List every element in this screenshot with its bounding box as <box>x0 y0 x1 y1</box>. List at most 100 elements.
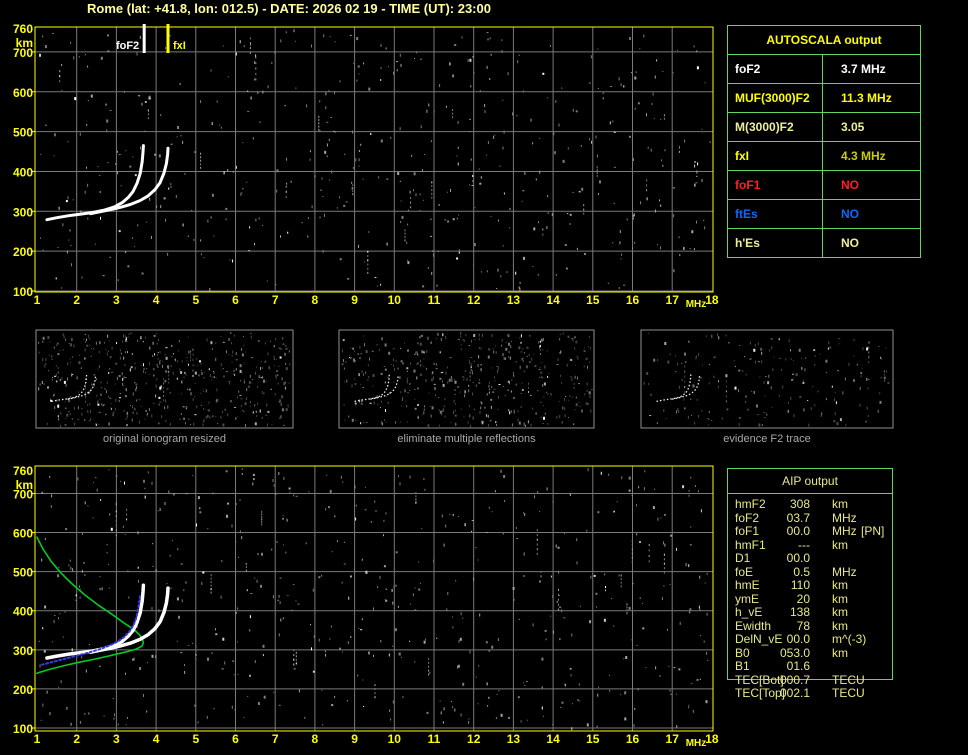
thumbnail-evidence-f2-trace <box>640 329 894 429</box>
y-axis-tick-label: 200 <box>13 245 33 259</box>
noise-dot <box>494 380 496 382</box>
noise-dot <box>280 618 282 622</box>
noise-dot <box>249 47 251 49</box>
noise-dot <box>122 340 124 343</box>
noise-dot <box>57 353 60 356</box>
noise-dot <box>95 243 97 245</box>
noise-dot <box>570 674 572 677</box>
noise-dot <box>64 401 66 403</box>
noise-dot <box>554 151 556 155</box>
noise-dot <box>42 249 44 252</box>
noise-dot <box>836 422 839 426</box>
noise-dot <box>351 384 353 388</box>
noise-dot <box>521 200 523 202</box>
noise-dot <box>210 577 212 580</box>
noise-dot <box>367 364 369 366</box>
noise-dot <box>118 154 121 155</box>
noise-dot <box>239 394 242 396</box>
noise-dot <box>576 561 578 565</box>
y-axis-tick-label: 100 <box>13 285 33 299</box>
noise-dot <box>245 562 247 565</box>
noise-dot <box>449 62 451 66</box>
noise-dot <box>341 581 343 584</box>
noise-dot <box>792 359 794 361</box>
noise-dot <box>119 349 121 352</box>
noise-dot <box>553 630 554 634</box>
noise-dot <box>380 420 382 424</box>
noise-dot <box>508 356 510 358</box>
noise-dot <box>767 381 770 385</box>
noise-dot <box>232 171 234 173</box>
noise-dot <box>436 363 438 366</box>
noise-dot <box>467 59 469 63</box>
noise-dot <box>286 157 287 161</box>
noise-dot <box>559 338 561 341</box>
noise-dot <box>267 410 270 413</box>
noise-dot <box>559 606 562 608</box>
noise-dot <box>834 412 836 416</box>
noise-dot <box>106 552 108 554</box>
noise-dot <box>350 357 352 360</box>
noise-dot <box>285 408 288 412</box>
noise-dot <box>89 344 91 346</box>
noise-dot <box>838 343 840 345</box>
noise-dot <box>39 383 41 386</box>
noise-dot <box>170 143 173 145</box>
noise-dot <box>690 526 692 528</box>
noise-dot <box>70 338 73 342</box>
noise-dot <box>252 379 254 380</box>
noise-dot <box>569 668 572 670</box>
noise-dot <box>187 235 189 237</box>
noise-dot <box>210 574 212 577</box>
noise-dot <box>586 389 588 392</box>
noise-dot <box>559 638 561 641</box>
noise-dot <box>449 514 451 516</box>
noise-dot <box>242 188 244 190</box>
noise-dot <box>587 365 588 369</box>
noise-dot <box>342 481 344 483</box>
noise-dot <box>539 353 541 355</box>
noise-dot <box>361 400 363 403</box>
noise-dot <box>580 144 582 147</box>
noise-dot <box>126 508 128 511</box>
noise-dot <box>792 377 794 379</box>
noise-dot <box>54 406 56 409</box>
noise-dot <box>268 366 270 370</box>
noise-dot <box>597 87 599 89</box>
noise-dot <box>349 354 351 356</box>
noise-dot <box>106 381 108 384</box>
noise-dot <box>657 244 658 246</box>
noise-dot <box>85 396 86 399</box>
noise-dot <box>420 359 422 363</box>
noise-dot <box>624 691 627 695</box>
noise-dot <box>663 562 665 565</box>
noise-dot <box>133 407 135 411</box>
noise-dot <box>492 391 495 393</box>
noise-dot <box>162 364 163 368</box>
noise-dot <box>660 118 662 120</box>
noise-dot <box>385 409 386 412</box>
noise-dot <box>516 538 519 539</box>
noise-dot <box>371 350 374 352</box>
noise-dot <box>495 351 497 355</box>
noise-dot <box>509 411 511 415</box>
noise-dot <box>254 577 256 579</box>
noise-dot <box>102 275 105 277</box>
noise-dot <box>272 595 274 599</box>
noise-dot <box>538 221 539 224</box>
noise-dot <box>384 368 387 371</box>
noise-dot <box>412 593 414 597</box>
noise-dot <box>69 229 71 232</box>
noise-dot <box>810 407 812 411</box>
noise-dot <box>544 629 547 632</box>
noise-dot <box>569 357 571 359</box>
noise-dot <box>513 373 515 377</box>
noise-dot <box>247 695 249 697</box>
noise-dot <box>535 178 537 181</box>
noise-dot <box>444 219 447 221</box>
noise-dot <box>707 659 709 661</box>
noise-dot <box>795 373 798 377</box>
noise-dot <box>132 156 134 158</box>
noise-dot <box>136 411 138 415</box>
x-axis-tick-label: 5 <box>192 732 199 746</box>
